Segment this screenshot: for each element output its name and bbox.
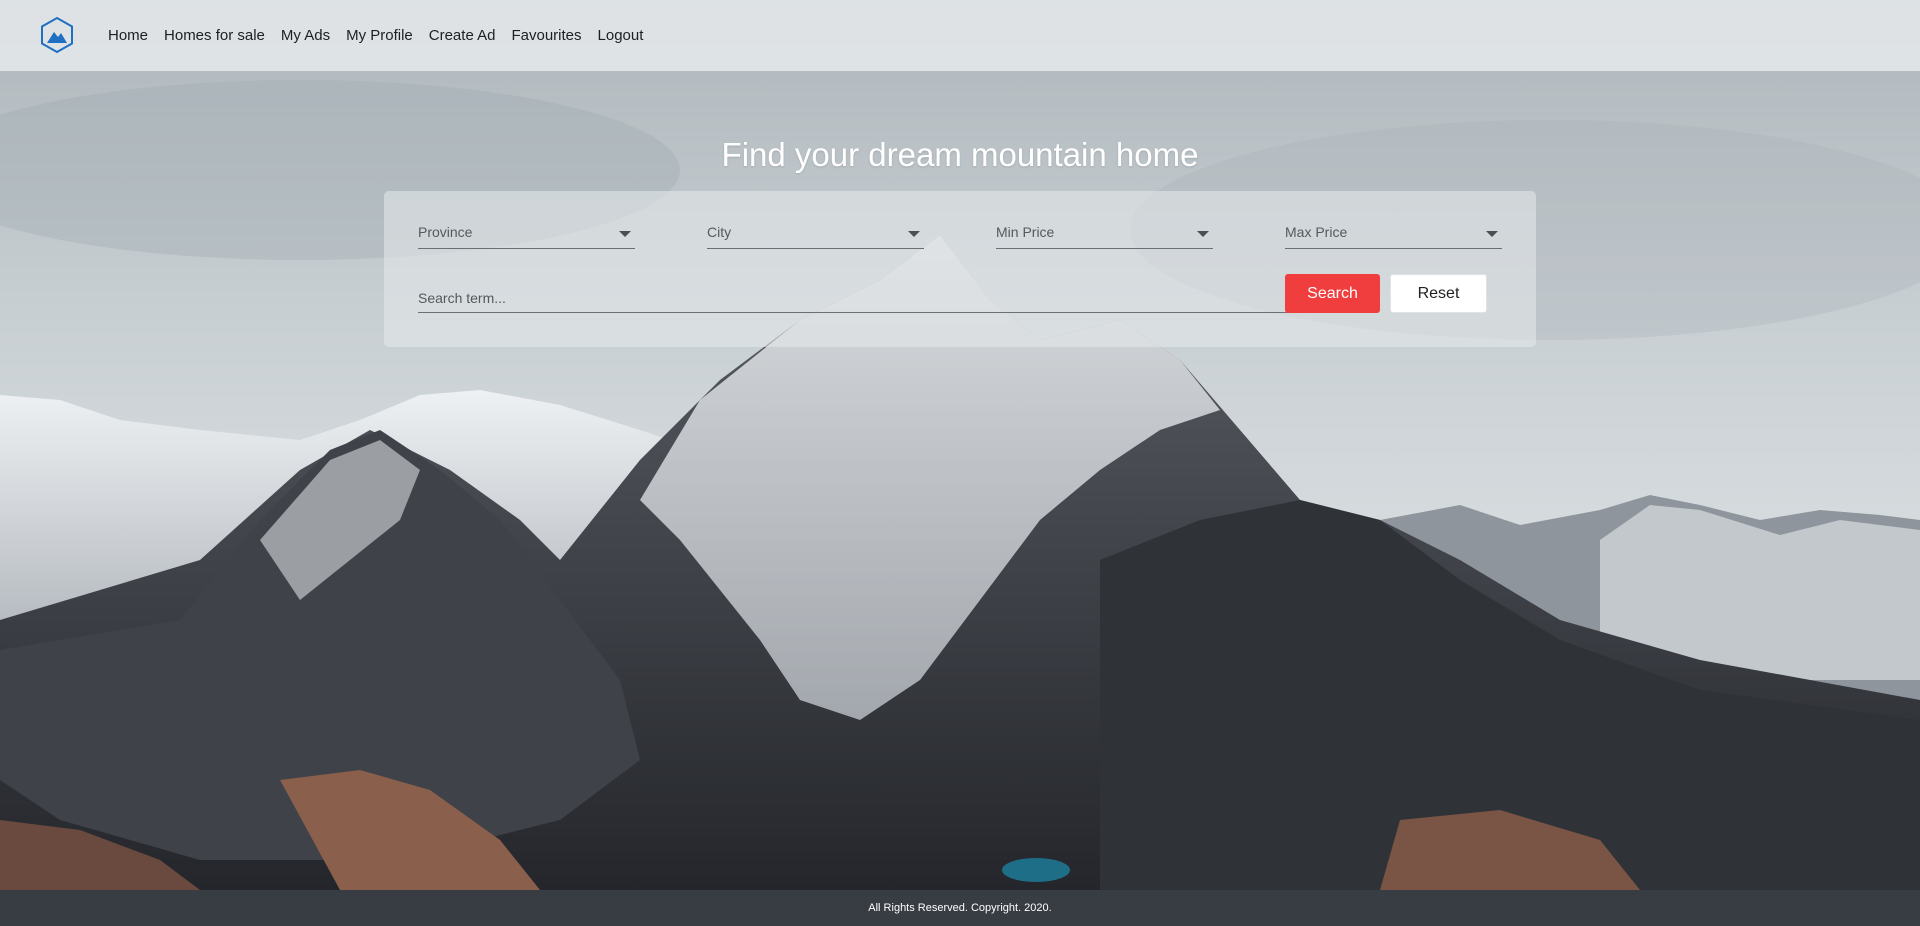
- search-panel: Province City Min Price Max Price Search…: [384, 191, 1536, 347]
- page: Home Homes for sale My Ads My Profile Cr…: [0, 0, 1920, 926]
- footer-copyright: All Rights Reserved. Copyright. 2020.: [868, 902, 1052, 914]
- hero-background-image: [0, 0, 1920, 890]
- reset-button[interactable]: Reset: [1390, 274, 1487, 313]
- chevron-down-icon: [908, 231, 920, 237]
- nav-links: Home Homes for sale My Ads My Profile Cr…: [108, 0, 659, 71]
- city-select[interactable]: City: [707, 219, 924, 249]
- max-price-select-label: Max Price: [1285, 224, 1348, 240]
- footer: All Rights Reserved. Copyright. 2020.: [0, 890, 1920, 926]
- navbar: Home Homes for sale My Ads My Profile Cr…: [0, 0, 1920, 71]
- min-price-select-label: Min Price: [996, 224, 1055, 240]
- search-term-input[interactable]: [418, 283, 1303, 313]
- nav-link-my-ads[interactable]: My Ads: [281, 27, 330, 44]
- search-button[interactable]: Search: [1285, 274, 1380, 313]
- max-price-select[interactable]: Max Price: [1285, 219, 1502, 249]
- hero-headline: Find your dream mountain home: [721, 136, 1199, 173]
- nav-link-homes-for-sale[interactable]: Homes for sale: [164, 27, 265, 44]
- site-logo-icon[interactable]: [39, 16, 75, 54]
- nav-link-home[interactable]: Home: [108, 27, 148, 44]
- nav-link-my-profile[interactable]: My Profile: [346, 27, 413, 44]
- chevron-down-icon: [1486, 231, 1498, 237]
- chevron-down-icon: [619, 231, 631, 237]
- province-select-label: Province: [418, 224, 473, 240]
- min-price-select[interactable]: Min Price: [996, 219, 1213, 249]
- city-select-label: City: [707, 224, 732, 240]
- nav-link-create-ad[interactable]: Create Ad: [429, 27, 496, 44]
- nav-link-favourites[interactable]: Favourites: [511, 27, 581, 44]
- nav-link-logout[interactable]: Logout: [598, 27, 644, 44]
- province-select[interactable]: Province: [418, 219, 635, 249]
- chevron-down-icon: [1197, 231, 1209, 237]
